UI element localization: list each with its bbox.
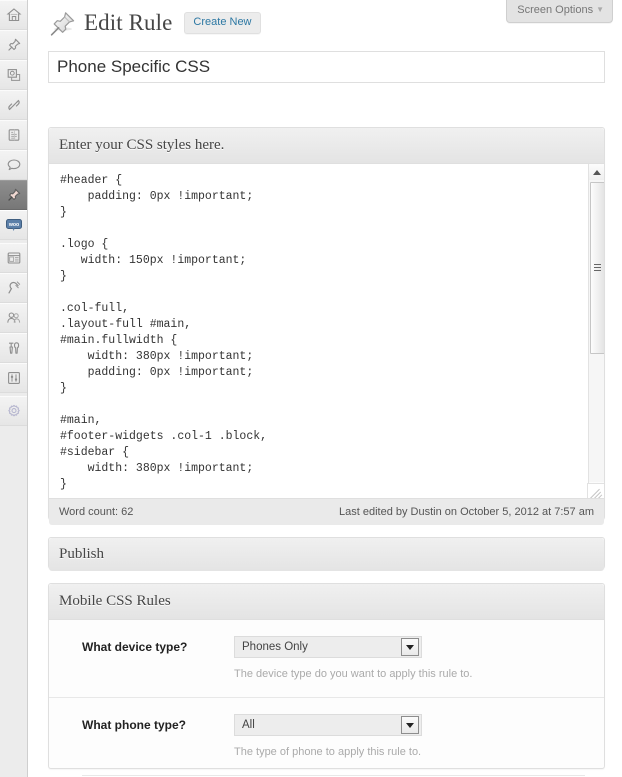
appearance-window-icon xyxy=(6,250,22,266)
pages-document-icon xyxy=(6,127,22,143)
chevron-up-icon xyxy=(592,169,601,175)
editor-scrollbar[interactable] xyxy=(588,164,604,498)
scrollbar-grip-icon xyxy=(594,264,601,272)
sidebar-item-tools[interactable] xyxy=(0,333,27,363)
sidebar-item-mobile-css-rules[interactable] xyxy=(0,180,27,210)
phone-type-label: What phone type? xyxy=(82,718,186,732)
links-chain-icon xyxy=(6,97,22,113)
rule-title-input[interactable] xyxy=(48,51,605,83)
device-type-label: What device type? xyxy=(82,640,188,654)
create-new-button[interactable]: Create New xyxy=(184,12,261,34)
tools-hammer-icon xyxy=(6,340,22,356)
page-header: Edit Rule Create New xyxy=(48,8,261,38)
sidebar-item-links[interactable] xyxy=(0,90,27,120)
sidebar-item-media[interactable] xyxy=(0,60,27,90)
plugins-plug-icon xyxy=(6,280,22,296)
mobile-rules-form: What device type? Phones Only The device… xyxy=(49,620,604,776)
screen-options-tab[interactable]: Screen Options ▼ xyxy=(506,0,613,23)
chevron-down-icon[interactable] xyxy=(401,716,419,734)
css-editor-inside: #header { padding: 0px !important; } .lo… xyxy=(49,164,604,525)
phone-type-value: All xyxy=(242,719,255,731)
dashboard-home-icon xyxy=(5,7,22,23)
woocommerce-icon: woo xyxy=(5,217,23,233)
screen-meta-links: Screen Options ▼ xyxy=(506,0,613,23)
sidebar-item-appearance[interactable] xyxy=(0,243,27,273)
phone-type-description: The type of phone to apply this rule to. xyxy=(234,746,422,758)
form-row-phone-type: What phone type? All The type of phone t… xyxy=(49,697,604,775)
posts-pushpin-icon xyxy=(6,37,22,53)
admin-sidebar-menu: woo xyxy=(0,0,28,777)
svg-text:woo: woo xyxy=(7,222,18,228)
sidebar-item-dashboard[interactable] xyxy=(0,0,27,30)
mobile-rules-pin-icon xyxy=(6,187,22,203)
device-type-value: Phones Only xyxy=(242,641,308,653)
sidebar-item-plugins[interactable] xyxy=(0,273,27,303)
sidebar-item-posts[interactable] xyxy=(0,30,27,60)
screen-options-label: Screen Options xyxy=(517,4,594,16)
sidebar-item-pages[interactable] xyxy=(0,120,27,150)
pushpin-icon xyxy=(48,8,78,38)
main-content-area: Screen Options ▼ Edit Rule Create New Ph… xyxy=(29,0,622,777)
scrollbar-thumb[interactable] xyxy=(590,182,604,354)
sidebar-item-comments[interactable] xyxy=(0,150,27,180)
word-count: Word count: 62 xyxy=(59,506,134,518)
editor-status-bar: Word count: 62 Last edited by Dustin on … xyxy=(49,498,604,525)
textarea-resize-handle[interactable] xyxy=(587,483,604,498)
form-divider xyxy=(82,775,585,776)
mobile-css-rules-heading[interactable]: Mobile CSS Rules xyxy=(49,584,604,620)
publish-heading[interactable]: Publish xyxy=(49,538,604,571)
mobile-css-rules-panel: Mobile CSS Rules What device type? Phone… xyxy=(48,583,605,776)
media-photo-icon xyxy=(6,67,22,83)
device-type-description: The device type do you want to apply thi… xyxy=(234,668,473,680)
last-edited-info: Last edited by Dustin on October 5, 2012… xyxy=(339,506,594,518)
sidebar-item-woocommerce[interactable]: woo xyxy=(0,210,27,240)
settings-sliders-icon xyxy=(6,370,22,386)
publish-panel: Publish xyxy=(48,537,605,571)
css-editor-panel: Enter your CSS styles here. #header { pa… xyxy=(48,127,605,525)
css-editor-wrap: #header { padding: 0px !important; } .lo… xyxy=(49,164,604,498)
phone-type-select[interactable]: All xyxy=(234,714,422,736)
users-people-icon xyxy=(6,310,22,326)
title-field-wrap xyxy=(48,51,605,83)
page-title: Edit Rule xyxy=(84,10,173,35)
device-type-select[interactable]: Phones Only xyxy=(234,636,422,658)
css-editor-heading: Enter your CSS styles here. xyxy=(49,128,604,164)
css-code-textarea[interactable]: #header { padding: 0px !important; } .lo… xyxy=(49,164,587,498)
comments-bubble-icon xyxy=(6,157,22,173)
scroll-up-button[interactable] xyxy=(589,164,604,180)
form-row-device-type: What device type? Phones Only The device… xyxy=(49,620,604,697)
gear-settings-icon xyxy=(6,403,22,419)
sidebar-item-users[interactable] xyxy=(0,303,27,333)
chevron-down-icon[interactable] xyxy=(401,638,419,656)
sidebar-item-gear-settings[interactable] xyxy=(0,396,27,426)
chevron-down-icon: ▼ xyxy=(596,5,604,14)
sidebar-item-settings[interactable] xyxy=(0,363,27,393)
